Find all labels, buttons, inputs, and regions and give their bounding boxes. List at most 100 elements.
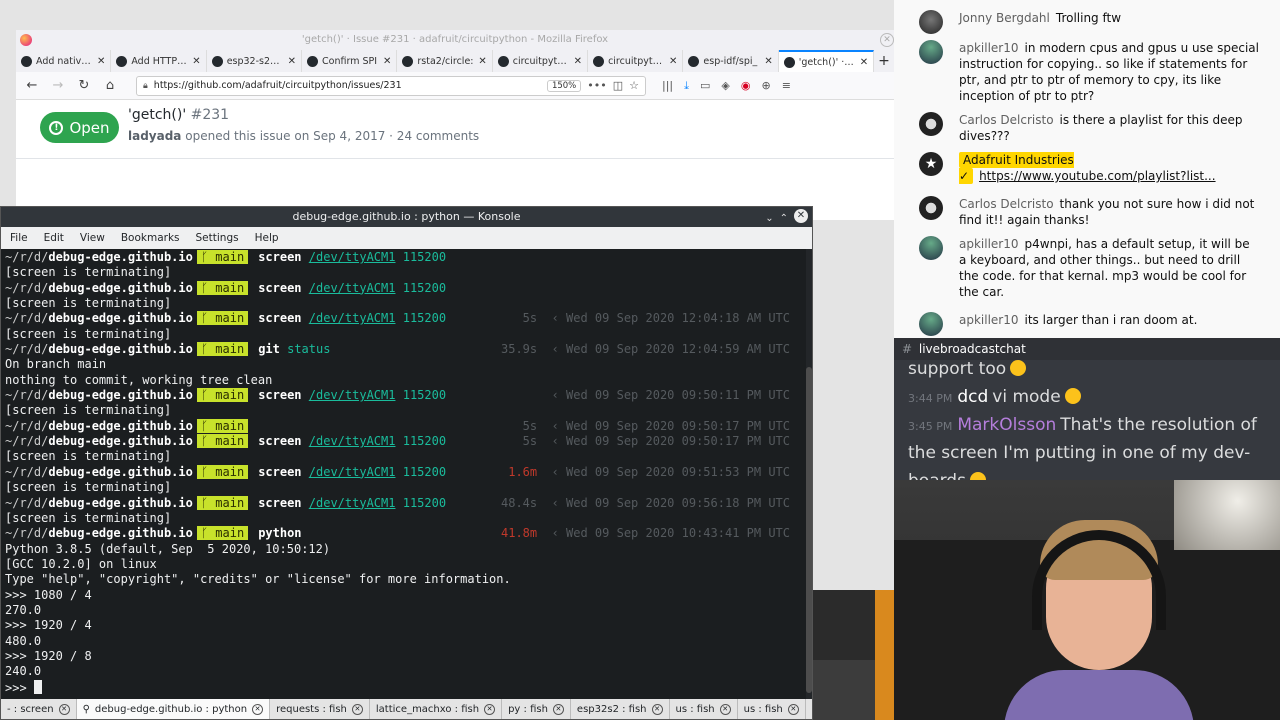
terminal-output-text: [screen is terminating] <box>5 265 172 280</box>
tab-close-icon[interactable]: ✕ <box>669 56 677 67</box>
home-icon[interactable]: ⌂ <box>102 78 118 93</box>
chat-author[interactable]: Carlos Delcristo <box>959 197 1054 211</box>
firefox-window: 'getch()' · Issue #231 · adafruit/circui… <box>16 30 894 220</box>
command-timestamp: Wed 09 Sep 2020 09:51:53 PM UTC <box>566 464 790 479</box>
chat-author[interactable]: Jonny Bergdahl <box>959 11 1050 25</box>
avatar[interactable] <box>919 312 943 336</box>
avatar[interactable] <box>919 40 943 64</box>
tab-close-icon[interactable]: ✕ <box>651 703 663 715</box>
new-tab-button[interactable]: + <box>874 50 894 72</box>
reload-icon[interactable]: ↻ <box>76 78 92 93</box>
download-icon[interactable]: ⤓ <box>684 79 689 93</box>
message-author[interactable]: dcd <box>957 387 988 407</box>
browser-tab[interactable]: Add native w ✕ <box>16 50 112 72</box>
chat-link[interactable]: https://www.youtube.com/playlist?list... <box>979 169 1215 183</box>
page-actions-icon[interactable]: ••• <box>587 79 606 92</box>
konsole-tab[interactable]: ⚲ debug-edge.github.io : python ✕ <box>76 699 271 719</box>
github-favicon-icon <box>402 55 414 67</box>
chat-author[interactable]: apkiller10 <box>959 41 1019 55</box>
menu-item-view[interactable]: View <box>80 232 105 244</box>
konsole-tab[interactable]: us : fish ✕ <box>738 699 806 719</box>
chat-author[interactable]: Carlos Delcristo <box>959 113 1054 127</box>
terminal-output-text: >>> 1920 / 4 <box>5 618 92 633</box>
browser-tab[interactable]: circuitpython ✕ <box>588 50 684 72</box>
toolbar-icons: ||| ⤓ ▭ ◈ ◉ ⊕ ≡ <box>662 79 791 93</box>
issue-title: 'getch()' #231 <box>128 107 229 123</box>
prompt-host: debug-edge.github.io <box>48 434 193 449</box>
terminal-line: 240.0 <box>5 664 802 679</box>
webcam-feed <box>894 480 1280 720</box>
avatar[interactable]: ★ <box>919 152 943 176</box>
avatar[interactable] <box>919 112 943 136</box>
discord-message-line: support too <box>908 355 1274 383</box>
avatar[interactable] <box>919 196 943 220</box>
browser-tab[interactable]: esp32-s2_datas ✕ <box>207 50 303 72</box>
tab-close-icon[interactable]: ✕ <box>478 56 486 67</box>
tab-close-icon[interactable]: ✕ <box>574 56 582 67</box>
ublock-icon[interactable]: ◉ <box>741 79 751 93</box>
browser-tab[interactable]: circuitpython ✕ <box>493 50 589 72</box>
container-icon[interactable]: ⊕ <box>761 79 770 93</box>
tab-close-icon[interactable]: ✕ <box>484 703 496 715</box>
tab-close-icon[interactable]: ✕ <box>351 703 363 715</box>
library-icon[interactable]: ||| <box>662 79 673 93</box>
tab-close-icon[interactable]: ✕ <box>288 56 296 67</box>
terminal-output[interactable]: ~/r/d/debug-edge.github.io ᚴ main screen /… <box>1 249 806 699</box>
browser-tab[interactable]: rsta2/circle: ✕ <box>397 50 493 72</box>
menu-icon[interactable]: ≡ <box>782 79 791 93</box>
command: screen <box>258 280 302 295</box>
zoom-indicator[interactable]: 150% <box>546 79 582 92</box>
tab-close-icon[interactable]: ✕ <box>787 703 799 715</box>
menu-item-settings[interactable]: Settings <box>196 232 239 244</box>
close-icon[interactable]: ✕ <box>880 33 894 47</box>
browser-tab[interactable]: Add HTTP/1.1 ✕ <box>111 50 207 72</box>
minimize-icon[interactable]: ⌄ <box>765 209 773 229</box>
message-text: the screen I'm putting in one of my dev- <box>908 443 1251 463</box>
terminal-scrollbar[interactable] <box>806 249 812 699</box>
avatar[interactable] <box>919 10 943 34</box>
menu-item-bookmarks[interactable]: Bookmarks <box>121 232 180 244</box>
menu-item-edit[interactable]: Edit <box>44 232 64 244</box>
extension-icon[interactable]: ◈ <box>721 79 729 93</box>
scrollbar-thumb[interactable] <box>806 367 812 693</box>
bookmark-star-icon[interactable]: ☆ <box>629 79 639 92</box>
konsole-tab[interactable]: py : fish ✕ <box>502 699 571 719</box>
tab-close-icon[interactable]: ✕ <box>58 703 70 715</box>
prompt-path: ~/r/d/ <box>5 280 49 295</box>
avatar[interactable] <box>919 236 943 260</box>
tab-close-icon[interactable]: ✕ <box>252 703 264 715</box>
konsole-tab[interactable]: lattice_machxo : fish ✕ <box>370 699 503 719</box>
sidebar-icon[interactable]: ▭ <box>700 79 710 93</box>
message-author[interactable]: MarkOlsson <box>957 415 1056 435</box>
menu-item-file[interactable]: File <box>10 232 28 244</box>
url-bar[interactable]: 🔒︎ https://github.com/adafruit/circuitpy… <box>136 75 646 96</box>
browser-tab[interactable]: Confirm SPI ✕ <box>302 50 398 72</box>
tab-close-icon[interactable]: ✕ <box>552 703 564 715</box>
issue-author-link[interactable]: ladyada <box>128 129 181 143</box>
pocket-icon[interactable]: ◫ <box>613 79 623 92</box>
chat-author[interactable]: apkiller10 <box>959 237 1019 251</box>
tab-close-icon[interactable]: ✕ <box>719 703 731 715</box>
forward-icon[interactable]: → <box>50 78 66 93</box>
issue-number: #231 <box>190 107 230 123</box>
tab-close-icon[interactable]: ✕ <box>97 56 105 67</box>
maximize-icon[interactable]: ⌃ <box>780 209 788 229</box>
konsole-tab[interactable]: requests : fish ✕ <box>270 699 370 719</box>
message-text: boards <box>908 471 966 480</box>
chat-message-body: Jonny Bergdahl Trolling ftw <box>959 10 1259 26</box>
konsole-tab[interactable]: - : screen ✕ <box>1 699 77 719</box>
prompt-right-info: 5s ‹ Wed 09 Sep 2020 09:50:17 PM UTC <box>522 434 790 449</box>
terminal-line: >>> 1920 / 4 <box>5 618 802 633</box>
tab-close-icon[interactable]: ✕ <box>383 56 391 67</box>
tab-close-icon[interactable]: ✕ <box>860 57 868 68</box>
browser-tab[interactable]: esp-idf/spi_ ✕ <box>683 50 779 72</box>
menu-item-help[interactable]: Help <box>255 232 279 244</box>
konsole-tab[interactable]: esp32s2 : fish ✕ <box>571 699 670 719</box>
close-icon[interactable]: ✕ <box>794 209 808 223</box>
tab-close-icon[interactable]: ✕ <box>192 56 200 67</box>
tab-close-icon[interactable]: ✕ <box>764 56 772 67</box>
browser-tab[interactable]: 'getch()' · Iss ✕ <box>778 50 875 72</box>
back-icon[interactable]: ← <box>24 78 40 93</box>
konsole-tab[interactable]: us : fish ✕ <box>670 699 738 719</box>
chat-author[interactable]: apkiller10 <box>959 313 1019 327</box>
